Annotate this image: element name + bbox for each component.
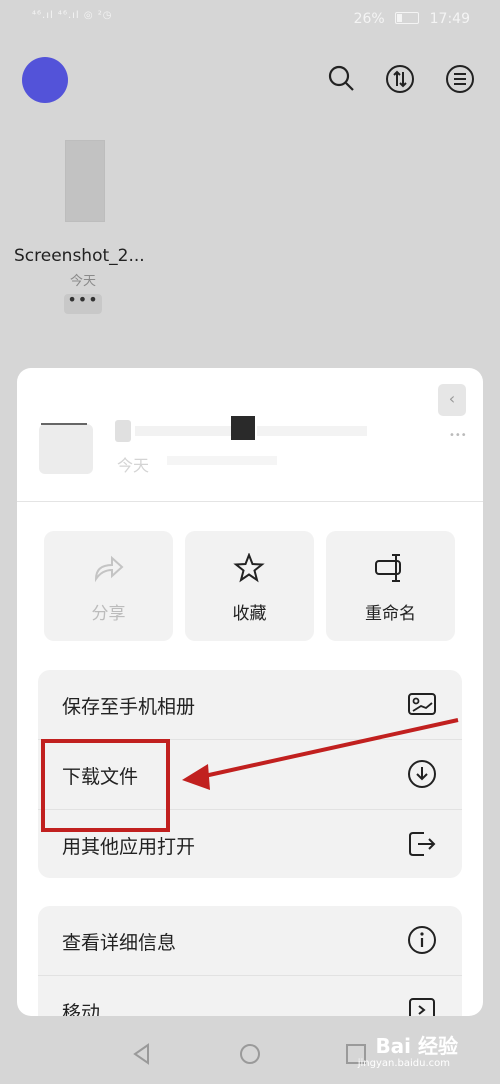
- search-icon[interactable]: [326, 63, 358, 95]
- view-details-item[interactable]: 查看详细信息: [38, 906, 462, 974]
- move-label: 移动: [62, 1002, 101, 1016]
- annotation-arrow-icon: [182, 718, 459, 790]
- menu-icon[interactable]: [444, 63, 476, 95]
- share-label: 分享: [91, 604, 126, 624]
- blurred-name-part: [115, 420, 131, 442]
- rename-label: 重命名: [365, 604, 416, 624]
- home-icon[interactable]: [238, 1042, 262, 1066]
- options-list-2: 查看详细信息 移动: [38, 906, 462, 1016]
- sheet-file-thumbnail: [39, 424, 93, 474]
- move-item[interactable]: 移动: [38, 976, 462, 1016]
- battery-percent: 26%: [353, 11, 385, 27]
- share-icon: [94, 555, 124, 583]
- blurred-name-part: [231, 416, 255, 440]
- avatar[interactable]: [22, 57, 68, 103]
- open-with-icon: [409, 832, 436, 856]
- blurred-name-part: [257, 426, 367, 436]
- favorite-label: 收藏: [232, 604, 267, 624]
- clock: 17:49: [429, 11, 470, 27]
- star-icon: [233, 553, 265, 583]
- open-with-label: 用其他应用打开: [62, 836, 196, 858]
- blurred-meta: [167, 456, 277, 465]
- status-bar: ⁴⁶.ıl ⁴⁶.ıl ◎ ²◷ 26% 17:49: [0, 0, 500, 42]
- view-details-label: 查看详细信息: [62, 932, 177, 954]
- back-icon[interactable]: [130, 1042, 154, 1066]
- network-indicators: ⁴⁶.ıl ⁴⁶.ıl ◎ ²◷: [32, 10, 113, 21]
- move-icon: [409, 998, 435, 1016]
- thumbnail-line: [41, 423, 87, 425]
- rename-icon: [375, 554, 401, 582]
- rename-button[interactable]: 重命名: [326, 531, 455, 641]
- status-right: 26% 17:49: [354, 11, 470, 27]
- sheet-file-date: 今天: [117, 456, 150, 475]
- watermark-url: jingyan.baidu.com: [357, 1058, 450, 1069]
- highlight-box: [41, 739, 170, 832]
- favorite-button[interactable]: 收藏: [185, 531, 314, 641]
- more-button[interactable]: •••: [64, 292, 102, 314]
- info-icon: [408, 926, 436, 954]
- close-button[interactable]: ‹: [438, 384, 466, 416]
- divider: [17, 501, 483, 502]
- blurred-name-part: [135, 426, 235, 436]
- close-icon: ‹: [448, 389, 456, 408]
- file-thumbnail[interactable]: [65, 140, 105, 222]
- watermark-logo: Bai 经验: [375, 1034, 458, 1058]
- share-button[interactable]: 分享: [44, 531, 173, 641]
- transfer-icon[interactable]: [384, 63, 416, 95]
- file-date: 今天: [70, 274, 97, 289]
- file-options-sheet: 今天 ••• ‹ 分享 收藏 重命名 保存至手机相册 下载文件 用其他应用打开 …: [17, 368, 483, 1016]
- battery-icon: [395, 12, 420, 24]
- file-name: Screenshot_2...: [14, 246, 145, 266]
- dots-indicator: •••: [449, 430, 467, 441]
